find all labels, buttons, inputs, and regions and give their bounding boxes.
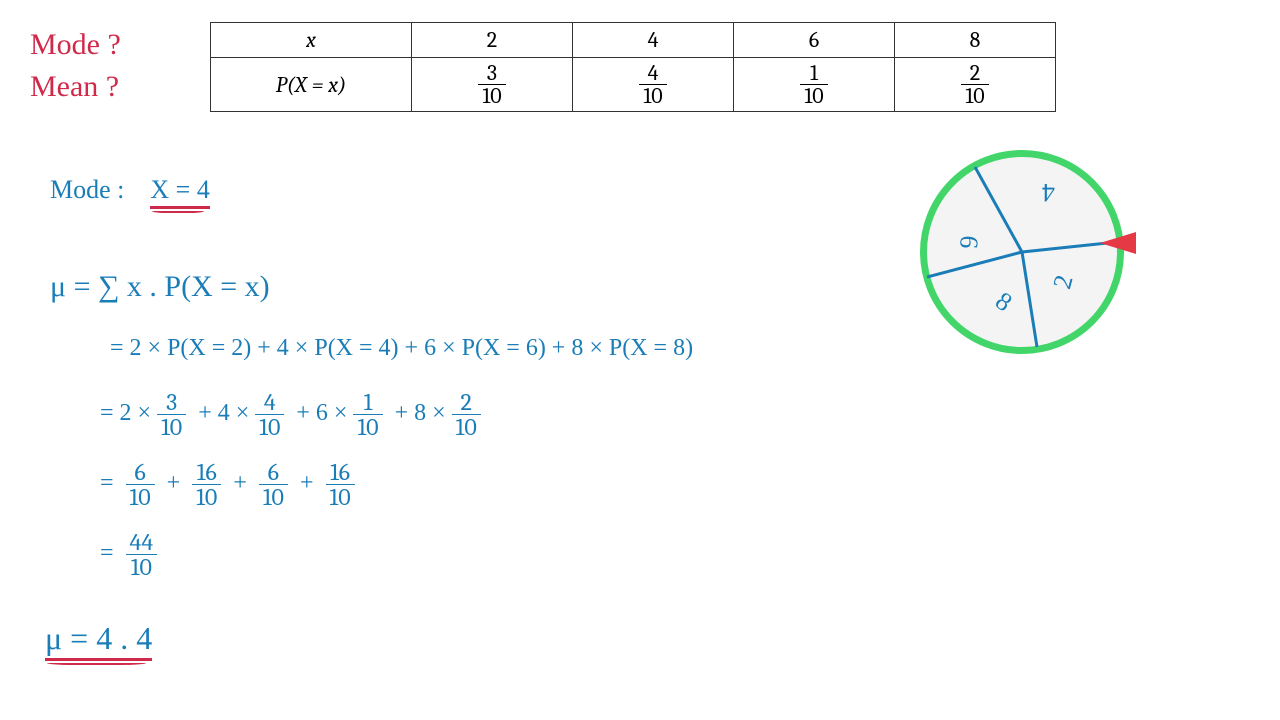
x-3: 8: [895, 23, 1056, 58]
p3: +: [300, 470, 314, 496]
p-0: 310: [412, 58, 573, 112]
spinner-diagram: 4 6 8 2: [920, 150, 1124, 354]
s2a: = 2 ×: [100, 400, 151, 426]
step-sum-fractions: = 610 + 1610 + 610 + 1610: [100, 460, 355, 509]
spinner-pointer-icon: [1100, 228, 1140, 258]
step-substitute: = 2 × 310 + 4 × 410 + 6 × 110 + 8 × 210: [100, 390, 481, 439]
spinner-sector-6: 6: [953, 234, 984, 250]
row2-label: P(X = x): [211, 58, 412, 112]
result-line: μ = 4 . 4: [45, 620, 152, 661]
mode-value: X = 4: [150, 175, 209, 209]
step-total-fraction: = 4410: [100, 530, 157, 579]
eq3: =: [100, 470, 114, 496]
x-0: 2: [412, 23, 573, 58]
distribution-table: x 2 4 6 8 P(X = x) 310 410 110 210: [210, 22, 1056, 112]
p-2: 110: [734, 58, 895, 112]
eq4: =: [100, 540, 114, 566]
spinner-lines-icon: [927, 157, 1117, 347]
x-1: 4: [573, 23, 734, 58]
spinner-sector-4: 4: [1042, 177, 1055, 207]
mu-formula: μ = ∑ x . P(X = x): [50, 270, 270, 304]
s2d: + 8 ×: [395, 400, 446, 426]
p-1: 410: [573, 58, 734, 112]
mu-result: μ = 4 . 4: [45, 620, 152, 661]
prompt-mode: Mode ?: [30, 28, 121, 62]
prompt-mean: Mean ?: [30, 70, 119, 104]
step-expand: = 2 × P(X = 2) + 4 × P(X = 4) + 6 × P(X …: [110, 335, 693, 362]
row1-label: x: [211, 23, 412, 58]
s2b: + 4 ×: [198, 400, 249, 426]
p-3: 210: [895, 58, 1056, 112]
p1: +: [167, 470, 181, 496]
x-2: 6: [734, 23, 895, 58]
s2c: + 6 ×: [296, 400, 347, 426]
p2: +: [233, 470, 247, 496]
mode-label: Mode :: [50, 175, 124, 204]
mode-line: Mode : X = 4: [50, 175, 210, 209]
